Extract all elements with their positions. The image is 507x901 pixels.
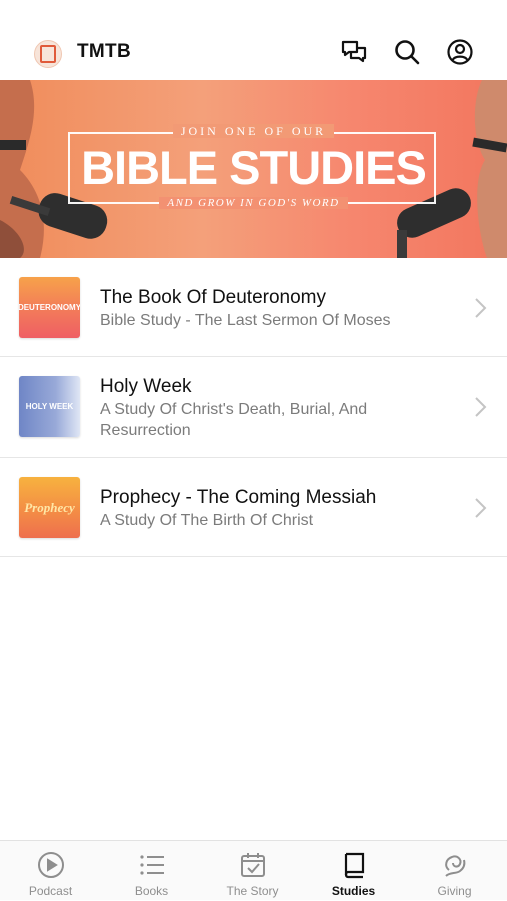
thumbnail-text: HOLY WEEK	[25, 402, 74, 411]
chat-icon[interactable]	[340, 38, 368, 66]
banner-top-line: JOIN ONE OF OUR	[172, 124, 335, 138]
calendar-check-icon	[241, 853, 265, 877]
tab-giving[interactable]: Giving	[404, 841, 505, 901]
account-icon[interactable]	[446, 38, 474, 66]
study-subtitle: A Study Of The Birth Of Christ	[100, 512, 314, 529]
thumbnail-text: DEUTERONOMY	[19, 303, 80, 312]
logo-icon[interactable]	[34, 40, 62, 68]
banner-bottom-line: AND GROW IN GOD'S WORD	[159, 197, 348, 209]
tab-label: The Story	[226, 884, 279, 898]
study-title: Prophecy - The Coming Messiah	[100, 487, 377, 508]
study-thumbnail: Prophecy	[19, 477, 80, 538]
app-title: TMTB	[77, 41, 131, 62]
study-row-holy-week[interactable]: HOLY WEEK Holy Week A Study Of Christ's …	[0, 357, 507, 458]
tab-studies[interactable]: Studies	[303, 841, 404, 901]
tab-label: Studies	[331, 884, 376, 898]
search-icon[interactable]	[393, 38, 421, 66]
play-circle-icon	[38, 852, 64, 878]
bottom-tab-bar: Podcast Books The Story Studies Giving	[0, 840, 507, 900]
giving-icon	[445, 855, 466, 877]
study-row-deuteronomy[interactable]: DEUTERONOMY The Book Of Deuteronomy Bibl…	[0, 258, 507, 357]
study-subtitle: A Study Of Christ's Death, Burial, And R…	[100, 401, 368, 439]
tab-label: Podcast	[28, 884, 73, 898]
banner-heading: BIBLE STUDIES	[81, 141, 427, 194]
study-thumbnail: HOLY WEEK	[19, 376, 80, 437]
study-row-prophecy[interactable]: Prophecy Prophecy - The Coming Messiah A…	[0, 458, 507, 557]
tab-label: Giving	[437, 884, 472, 898]
bible-studies-banner[interactable]: JOIN ONE OF OUR BIBLE STUDIES AND GROW I…	[0, 80, 507, 258]
study-title: The Book Of Deuteronomy	[100, 287, 326, 308]
tab-podcast[interactable]: Podcast	[0, 841, 101, 901]
tab-books[interactable]: Books	[101, 841, 202, 901]
study-title: Holy Week	[100, 376, 192, 397]
tab-the-story[interactable]: The Story	[202, 841, 303, 901]
tab-label: Books	[134, 884, 169, 898]
chevron-right-icon	[475, 498, 487, 518]
studies-list: DEUTERONOMY The Book Of Deuteronomy Bibl…	[0, 258, 507, 557]
chevron-right-icon	[475, 397, 487, 417]
thumbnail-text: Prophecy	[24, 500, 75, 515]
study-subtitle: Bible Study - The Last Sermon Of Moses	[100, 312, 391, 329]
study-thumbnail: DEUTERONOMY	[19, 277, 80, 338]
list-icon	[140, 855, 164, 875]
chevron-right-icon	[475, 298, 487, 318]
app-header: TMTB	[0, 0, 507, 80]
book-icon	[344, 852, 365, 879]
